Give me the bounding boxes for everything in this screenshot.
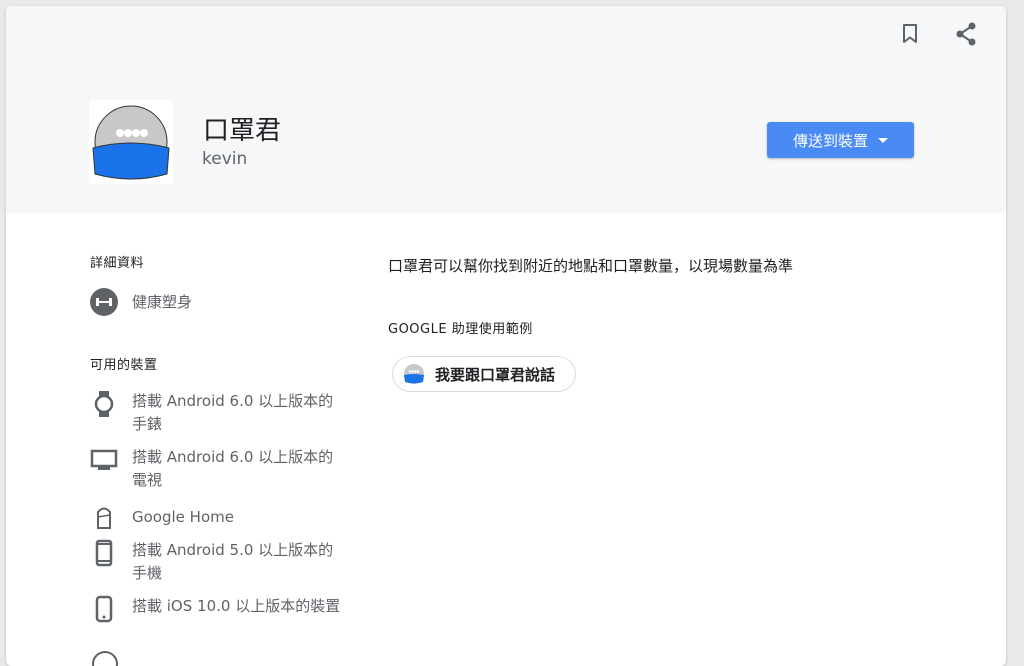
device-label: 搭載 Android 6.0 以上版本的電視 bbox=[132, 448, 334, 489]
app-title: 口罩君 bbox=[203, 116, 282, 146]
iphone-icon bbox=[90, 595, 118, 623]
send-to-device-button[interactable]: 傳送到裝置 bbox=[767, 122, 914, 158]
device-item: 搭載 Android 6.0 以上版本的手錶 bbox=[90, 390, 342, 436]
example-query-chip[interactable]: 我要跟口罩君說話 bbox=[392, 356, 577, 392]
tv-icon bbox=[90, 446, 118, 474]
app-logo-small-icon bbox=[404, 364, 424, 384]
share-button[interactable] bbox=[952, 20, 980, 48]
device-label: 搭載 Android 5.0 以上版本的手機 bbox=[132, 541, 334, 582]
watch-icon bbox=[90, 390, 118, 418]
app-description: 口罩君可以幫你找到附近的地點和口罩數量，以現場數量為準 bbox=[388, 257, 794, 275]
android-phone-icon bbox=[90, 539, 118, 567]
caret-down-icon bbox=[878, 137, 888, 143]
device-item: 搭載 Android 5.0 以上版本的手機 bbox=[90, 539, 342, 585]
device-label: 搭載 iOS 10.0 以上版本的裝置 bbox=[132, 597, 341, 615]
device-icon bbox=[92, 651, 118, 666]
google-home-icon bbox=[90, 503, 118, 531]
device-item: 搭載 iOS 10.0 以上版本的裝置 bbox=[90, 595, 342, 623]
share-icon bbox=[956, 22, 976, 46]
app-logo bbox=[89, 100, 173, 184]
app-card: 口罩君 kevin 傳送到裝置 詳細資料 健康塑身 可用的裝置 搭載 Andro… bbox=[6, 6, 1006, 666]
device-label: 搭載 Android 6.0 以上版本的手錶 bbox=[132, 392, 334, 433]
bookmark-button[interactable] bbox=[896, 20, 924, 48]
app-header: 口罩君 kevin 傳送到裝置 bbox=[6, 6, 1006, 213]
examples-title: GOOGLE 助理使用範例 bbox=[388, 322, 533, 337]
category-row[interactable]: 健康塑身 bbox=[90, 288, 342, 316]
device-label: Google Home bbox=[132, 508, 234, 526]
device-item: 搭載 Android 6.0 以上版本的電視 bbox=[90, 446, 342, 492]
devices-title: 可用的裝置 bbox=[90, 358, 158, 373]
app-developer[interactable]: kevin bbox=[202, 149, 247, 169]
send-to-device-label: 傳送到裝置 bbox=[792, 131, 868, 150]
example-query-label: 我要跟口罩君說話 bbox=[435, 365, 556, 384]
device-item: Google Home bbox=[90, 503, 342, 531]
bookmark-icon bbox=[903, 24, 917, 43]
details-title: 詳細資料 bbox=[90, 256, 145, 271]
fitness-icon bbox=[90, 288, 118, 316]
category-label: 健康塑身 bbox=[132, 293, 193, 311]
